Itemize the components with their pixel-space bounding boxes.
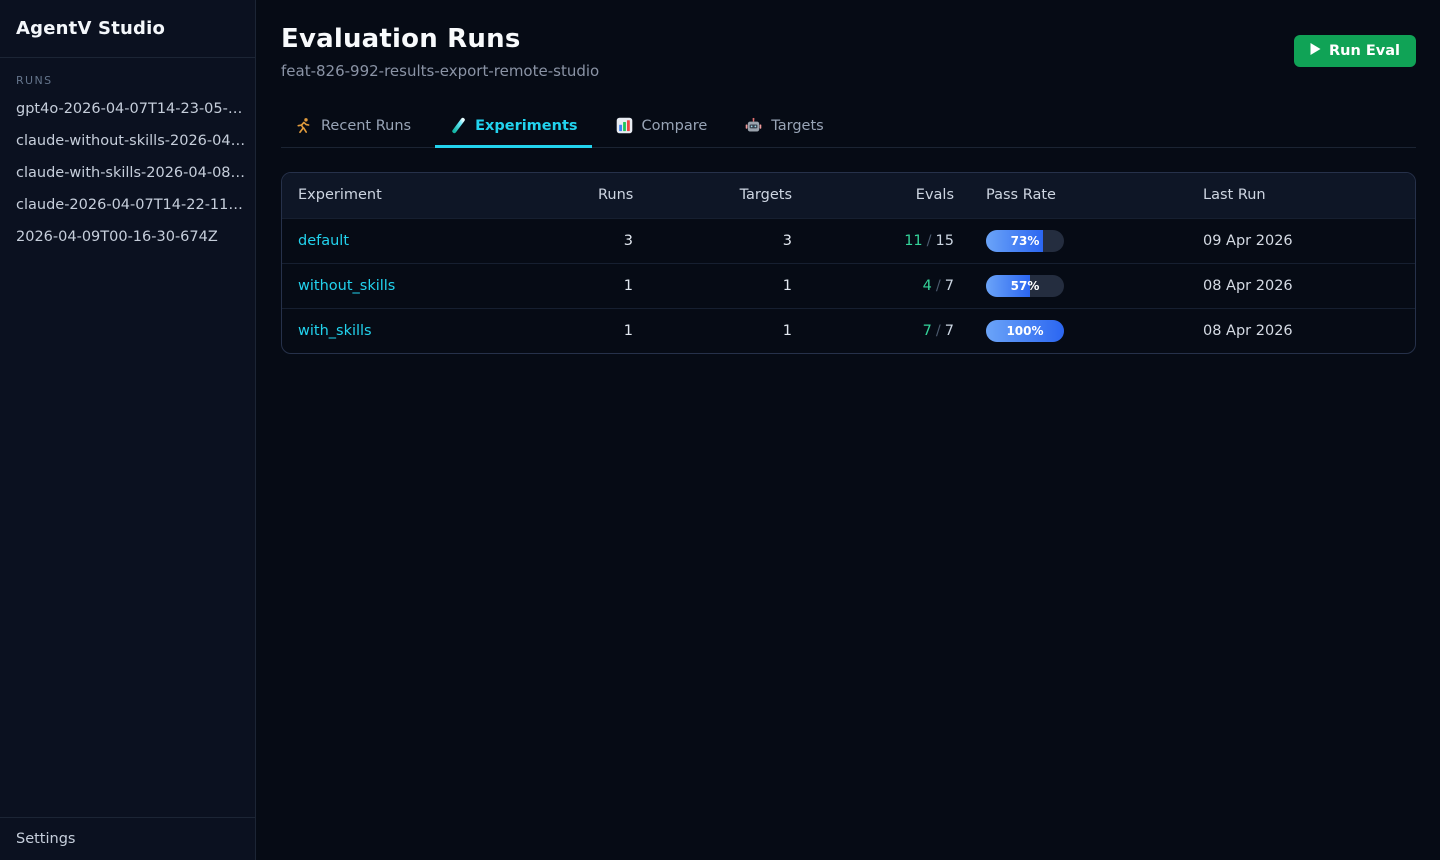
tab-bar: Recent Runs Experiments xyxy=(281,107,1416,148)
main-content: Evaluation Runs feat-826-992-results-exp… xyxy=(256,0,1440,860)
col-header-pass-rate: Pass Rate xyxy=(970,173,1187,218)
test-tube-icon xyxy=(449,117,466,134)
experiments-table-card: Experiment Runs Targets Evals Pass Rate … xyxy=(281,172,1416,354)
col-header-targets: Targets xyxy=(649,173,808,218)
page-header: Evaluation Runs feat-826-992-results-exp… xyxy=(281,24,1416,80)
sidebar-run-item[interactable]: claude-without-skills-2026-04… xyxy=(0,125,255,157)
settings-link[interactable]: Settings xyxy=(16,831,239,847)
tab-label: Targets xyxy=(771,118,823,134)
sidebar-footer: Settings xyxy=(0,817,255,860)
tab-label: Recent Runs xyxy=(321,118,411,134)
runs-cell: 1 xyxy=(582,308,649,353)
table-row: default 3 3 11/15 73% 09 Apr 2026 xyxy=(282,218,1415,263)
col-header-experiment: Experiment xyxy=(282,173,582,218)
runs-cell: 3 xyxy=(582,218,649,263)
targets-cell: 1 xyxy=(649,308,808,353)
branch-subtitle: feat-826-992-results-export-remote-studi… xyxy=(281,62,599,80)
tab-label: Compare xyxy=(642,118,708,134)
pass-rate-pill: 100% xyxy=(986,320,1064,342)
last-run-cell: 08 Apr 2026 xyxy=(1187,308,1415,353)
col-header-runs: Runs xyxy=(582,173,649,218)
runs-list: gpt4o-2026-04-07T14-23-05-… claude-witho… xyxy=(0,93,255,253)
targets-cell: 3 xyxy=(649,218,808,263)
experiment-link[interactable]: without_skills xyxy=(298,278,395,294)
evals-cell: 11/15 xyxy=(808,218,970,263)
run-eval-button[interactable]: Run Eval xyxy=(1294,35,1416,67)
sidebar-run-item[interactable]: claude-with-skills-2026-04-08… xyxy=(0,157,255,189)
experiments-table: Experiment Runs Targets Evals Pass Rate … xyxy=(282,173,1415,353)
runs-section-label: RUNS xyxy=(0,58,255,93)
pass-rate-pill: 57% xyxy=(986,275,1064,297)
sidebar-spacer xyxy=(0,253,255,817)
table-header-row: Experiment Runs Targets Evals Pass Rate … xyxy=(282,173,1415,218)
bar-chart-icon xyxy=(616,117,633,134)
robot-icon xyxy=(745,117,762,134)
sidebar-run-item[interactable]: 2026-04-09T00-16-30-674Z xyxy=(0,221,255,253)
sidebar-run-item[interactable]: gpt4o-2026-04-07T14-23-05-… xyxy=(0,93,255,125)
evals-cell: 7/7 xyxy=(808,308,970,353)
table-row: with_skills 1 1 7/7 100% 08 Apr 2026 xyxy=(282,308,1415,353)
run-eval-label: Run Eval xyxy=(1329,43,1400,59)
pass-rate-pill: 73% xyxy=(986,230,1064,252)
sidebar: AgentV Studio RUNS gpt4o-2026-04-07T14-2… xyxy=(0,0,256,860)
tab-compare[interactable]: Compare xyxy=(602,107,722,148)
evals-cell: 4/7 xyxy=(808,263,970,308)
runs-cell: 1 xyxy=(582,263,649,308)
play-icon xyxy=(1310,43,1321,59)
tab-experiments[interactable]: Experiments xyxy=(435,107,591,148)
col-header-evals: Evals xyxy=(808,173,970,218)
experiment-link[interactable]: with_skills xyxy=(298,323,372,339)
tab-recent-runs[interactable]: Recent Runs xyxy=(281,107,425,148)
runner-icon xyxy=(295,117,312,134)
pass-rate-label: 57% xyxy=(986,275,1064,297)
pass-rate-label: 100% xyxy=(986,320,1064,342)
last-run-cell: 09 Apr 2026 xyxy=(1187,218,1415,263)
tab-targets[interactable]: Targets xyxy=(731,107,837,148)
page-title: Evaluation Runs xyxy=(281,24,599,54)
table-row: without_skills 1 1 4/7 57% 08 Apr 2026 xyxy=(282,263,1415,308)
app-title: AgentV Studio xyxy=(0,0,255,58)
tab-label: Experiments xyxy=(475,118,577,134)
targets-cell: 1 xyxy=(649,263,808,308)
col-header-last-run: Last Run xyxy=(1187,173,1415,218)
experiment-link[interactable]: default xyxy=(298,233,349,249)
last-run-cell: 08 Apr 2026 xyxy=(1187,263,1415,308)
sidebar-run-item[interactable]: claude-2026-04-07T14-22-11… xyxy=(0,189,255,221)
pass-rate-label: 73% xyxy=(986,230,1064,252)
